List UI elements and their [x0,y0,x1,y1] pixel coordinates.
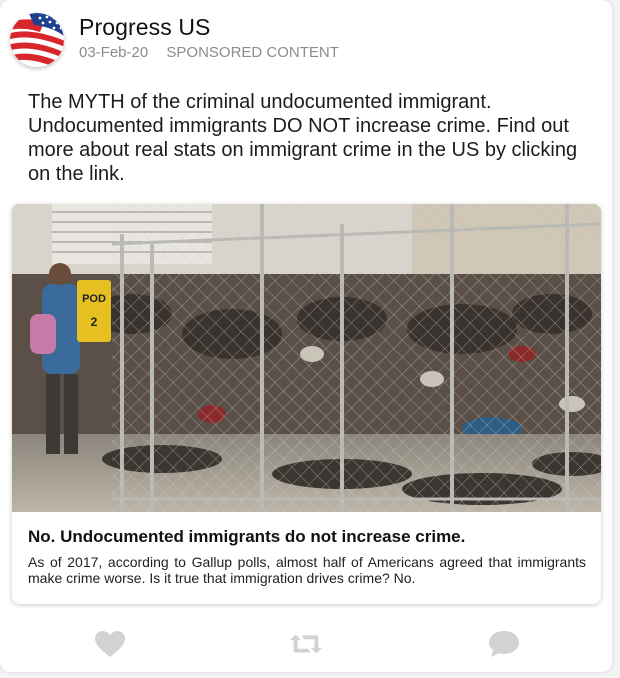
share-button[interactable] [289,628,323,660]
post-text: The MYTH of the criminal undocumented im… [28,91,578,185]
link-preview-image: POD 2 [12,204,601,512]
comment-button[interactable] [487,628,521,660]
speech-bubble-icon [489,631,519,657]
sponsored-tag: SPONSORED CONTENT [166,44,339,61]
page-name[interactable]: Progress US [79,14,210,41]
post-meta: 03-Feb-20 SPONSORED CONTENT [79,44,339,61]
avatar[interactable] [10,13,64,67]
post-date: 03-Feb-20 [79,44,149,61]
post-card: Progress US 03-Feb-20 SPONSORED CONTENT … [0,0,612,672]
pod-sign-line2: 2 [91,315,98,329]
pod-sign-line1: POD [82,293,106,305]
us-flag-logo-icon [10,13,64,67]
pod-sign [77,280,111,342]
link-preview-card[interactable]: POD 2 No. Undocumented immigrants do not… [12,204,601,604]
link-title[interactable]: No. Undocumented immigrants do not incre… [28,527,465,547]
like-button[interactable] [93,628,127,660]
heart-icon [95,631,125,657]
retweet-icon [289,634,323,654]
link-description: As of 2017, according to Gallup polls, a… [28,554,586,586]
